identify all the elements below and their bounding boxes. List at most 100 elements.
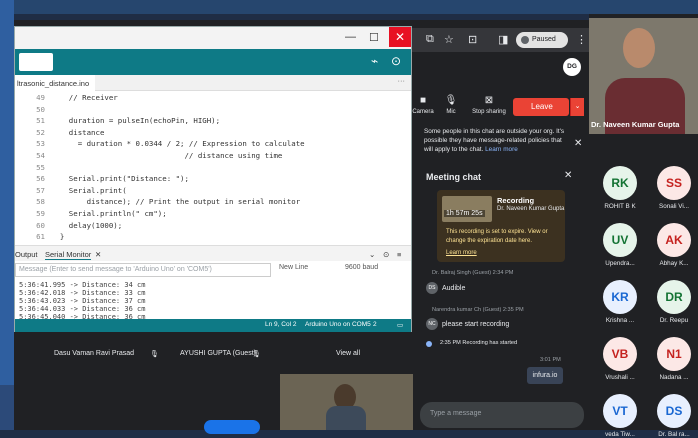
- baud-rate-select[interactable]: 9600 baud: [345, 264, 378, 271]
- file-tab[interactable]: ltrasonic_distance.ino: [15, 75, 96, 91]
- maximize-icon[interactable]: ☐: [369, 31, 379, 44]
- participant-name: Vrushali ...: [605, 374, 635, 381]
- chevron-down-icon[interactable]: ⌄: [369, 250, 375, 259]
- participant-name: Dr. Reepu: [659, 317, 689, 324]
- line-number: 49: [36, 93, 45, 102]
- blue-action-button[interactable]: [204, 420, 260, 434]
- more-icon[interactable]: ···: [398, 76, 406, 85]
- star-icon[interactable]: ☆: [444, 33, 454, 46]
- speaker-name: Dr. Naveen Kumar Gupta: [591, 120, 680, 129]
- participant-avatar[interactable]: AK: [657, 223, 691, 257]
- sender-avatar: DS: [426, 282, 438, 294]
- view-all-link[interactable]: View all: [336, 350, 360, 357]
- line-ending-select[interactable]: New Line: [279, 264, 308, 271]
- tile-name: Dasu Vaman Ravi Prasad: [54, 350, 135, 357]
- meeting-controls: ■ Camera 🎙 Mic ⊠ Stop sharing Leave ⌄: [412, 95, 588, 125]
- message-text: please start recording: [442, 321, 510, 328]
- ide-statusbar: Ln 9, Col 2 Arduino Uno on COM5 2 ▭: [15, 319, 411, 332]
- mic-label: Mic: [446, 109, 456, 115]
- recording-duration: 1h 57m 25s: [444, 210, 485, 217]
- close-chat-icon[interactable]: ✕: [564, 170, 572, 181]
- serial-input-row: Message (Enter to send message to 'Ardui…: [15, 261, 411, 279]
- participant-video-tile: [280, 374, 413, 430]
- mic-button[interactable]: 🎙 Mic: [434, 95, 468, 115]
- participant-name: Nadana ...: [659, 374, 689, 381]
- code-line: // distance using time: [51, 151, 283, 160]
- recording-owner: Dr. Naveen Kumar Gupta: [497, 206, 565, 212]
- paused-profile-button[interactable]: Paused: [516, 32, 568, 48]
- clear-output-icon[interactable]: ≡: [397, 250, 401, 259]
- desktop-background-top: [0, 0, 698, 14]
- participant-name: Krishna ...: [605, 317, 635, 324]
- notice-text: Some people in this chat are outside you…: [424, 128, 565, 153]
- self-avatar[interactable]: DG: [563, 58, 581, 76]
- panel-toggle-icon[interactable]: ▭: [397, 321, 403, 329]
- cursor-position: Ln 9, Col 2: [265, 321, 297, 328]
- line-number: 51: [36, 116, 45, 126]
- extensions-icon[interactable]: ⊡: [468, 33, 477, 46]
- participant-name: Dr. Bal ra...: [658, 431, 690, 438]
- serial-plotter-icon[interactable]: ⌁: [371, 54, 378, 68]
- sidebar-icon[interactable]: ◨: [498, 33, 508, 46]
- code-line: = duration * 0.0344 / 2; // Expression t…: [51, 139, 305, 149]
- message-sender: Narendra kumar Ch (Guest) 2:35 PM: [432, 307, 524, 313]
- mic-off-icon: 🎙: [150, 351, 159, 358]
- log-line: 5:36:44.033 -> Distance: 36 cm: [19, 305, 146, 313]
- participant-avatar[interactable]: N1: [657, 337, 691, 371]
- line-number: 58: [36, 197, 45, 207]
- participant-avatar[interactable]: DS: [657, 394, 691, 428]
- participant-avatar[interactable]: SS: [657, 166, 691, 200]
- close-notice-icon[interactable]: ✕: [574, 138, 582, 149]
- participant-avatar[interactable]: KR: [603, 280, 637, 314]
- participant-avatar[interactable]: UV: [603, 223, 637, 257]
- notice-learn-more[interactable]: Learn more: [485, 146, 518, 153]
- close-tab-icon[interactable]: ✕: [95, 250, 101, 259]
- code-line: duration = pulseIn(echoPin, HIGH);: [51, 116, 221, 126]
- line-number: 50: [36, 104, 45, 114]
- notification-count[interactable]: 2: [373, 321, 377, 328]
- chat-title: Meeting chat: [426, 172, 482, 182]
- stop-sharing-button[interactable]: ⊠ Stop sharing: [468, 95, 510, 115]
- chat-message-input[interactable]: Type a message: [420, 402, 584, 428]
- leave-button[interactable]: Leave: [513, 98, 569, 116]
- speaker-face: [623, 28, 655, 68]
- desktop-background-left: [0, 0, 14, 430]
- line-number: 56: [36, 174, 45, 184]
- timestamp-icon[interactable]: ⊙: [383, 250, 389, 259]
- serial-message-input[interactable]: Message (Enter to send message to 'Ardui…: [15, 263, 271, 277]
- participant-avatar[interactable]: RK: [603, 166, 637, 200]
- tab-output[interactable]: Output: [15, 250, 38, 259]
- line-number: 54: [36, 151, 45, 160]
- external-org-notice: Some people in this chat are outside you…: [414, 128, 586, 162]
- my-message: infura.io: [527, 367, 563, 384]
- participant-avatar[interactable]: DR: [657, 280, 691, 314]
- stop-sharing-label: Stop sharing: [472, 109, 506, 115]
- desktop-accent: [0, 385, 14, 430]
- stop-share-icon: ⊠: [484, 95, 494, 106]
- mic-icon: 🎙: [444, 95, 458, 106]
- ide-titlebar: — ☐ ✕: [15, 27, 411, 49]
- browser-menu-icon[interactable]: ⋮: [576, 33, 587, 46]
- recording-learn-more[interactable]: Learn more: [446, 250, 477, 256]
- board-selector[interactable]: [19, 53, 53, 71]
- recording-thumbnail[interactable]: [442, 196, 492, 222]
- participant-avatar[interactable]: VB: [603, 337, 637, 371]
- close-icon[interactable]: ✕: [389, 27, 411, 47]
- participant-name-row: Dasu Vaman Ravi Prasad 🎙 AYUSHI GUPTA (G…: [14, 332, 412, 372]
- message-sender: Dr. Balraj Singh (Guest) 2:34 PM: [432, 270, 514, 276]
- output-panel-bar: Output Serial Monitor ✕ ⌄ ⊙ ≡: [15, 245, 411, 261]
- code-line: delay(1000);: [51, 220, 123, 230]
- code-line: Serial.print("Distance: ");: [51, 174, 189, 184]
- leave-options-icon[interactable]: ⌄: [570, 98, 584, 116]
- participant-avatar[interactable]: VT: [603, 394, 637, 428]
- serial-output: 5:36:41.995 -> Distance: 34 cm 5:36:42.0…: [15, 279, 411, 321]
- minimize-icon[interactable]: —: [345, 31, 356, 43]
- screen-share-icon[interactable]: ⧉: [426, 33, 434, 46]
- code-line: Serial.print(: [51, 185, 127, 195]
- code-editor[interactable]: 49 // Receiver 50 51 duration = pulseIn(ec…: [15, 91, 411, 245]
- line-number: 60: [36, 220, 45, 230]
- serial-monitor-icon[interactable]: ⊙: [391, 54, 401, 68]
- code-line: distance: [51, 127, 105, 137]
- file-tabbar: ltrasonic_distance.ino ···: [15, 75, 411, 91]
- tab-serial-monitor[interactable]: Serial Monitor: [45, 250, 92, 260]
